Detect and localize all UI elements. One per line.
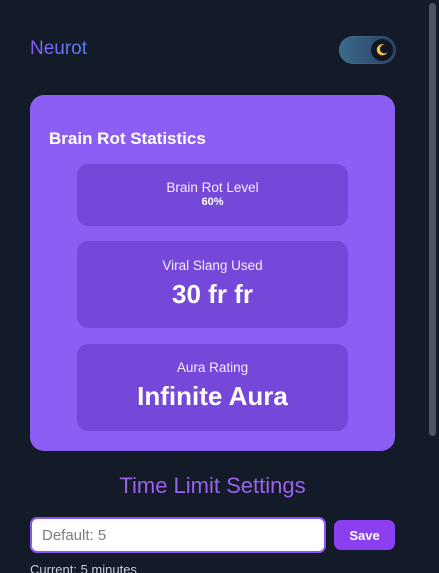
scrollbar-thumb[interactable] — [429, 3, 436, 436]
stat-label: Aura Rating — [176, 360, 249, 375]
app-title: Neurot — [30, 38, 88, 59]
time-limit-title: Time Limit Settings — [119, 473, 306, 498]
moon-icon — [371, 39, 393, 61]
stat-value: Infinite Aura — [137, 381, 288, 411]
stat-value: 30 fr fr — [172, 279, 253, 309]
current-limit-text: Current: 5 minutes — [30, 562, 137, 573]
time-limit-input[interactable] — [30, 517, 326, 553]
theme-toggle[interactable] — [339, 36, 396, 64]
stat-aura-rating: Aura Rating Infinite Aura — [77, 344, 348, 431]
stat-brain-rot-level: Brain Rot Level 60% — [77, 164, 348, 226]
stat-viral-slang-used: Viral Slang Used 30 fr fr — [77, 241, 348, 328]
header: Neurot — [30, 36, 396, 66]
stat-label: Brain Rot Level — [166, 180, 259, 195]
stat-label: Viral Slang Used — [162, 258, 263, 273]
popup-window: Neurot Brain Rot Statistics Brain Rot Le… — [0, 0, 439, 573]
stats-card: Brain Rot Statistics Brain Rot Level 60%… — [30, 95, 395, 451]
save-button[interactable]: Save — [334, 520, 395, 550]
stats-card-title: Brain Rot Statistics — [49, 129, 206, 148]
stat-value: 60% — [201, 196, 224, 208]
